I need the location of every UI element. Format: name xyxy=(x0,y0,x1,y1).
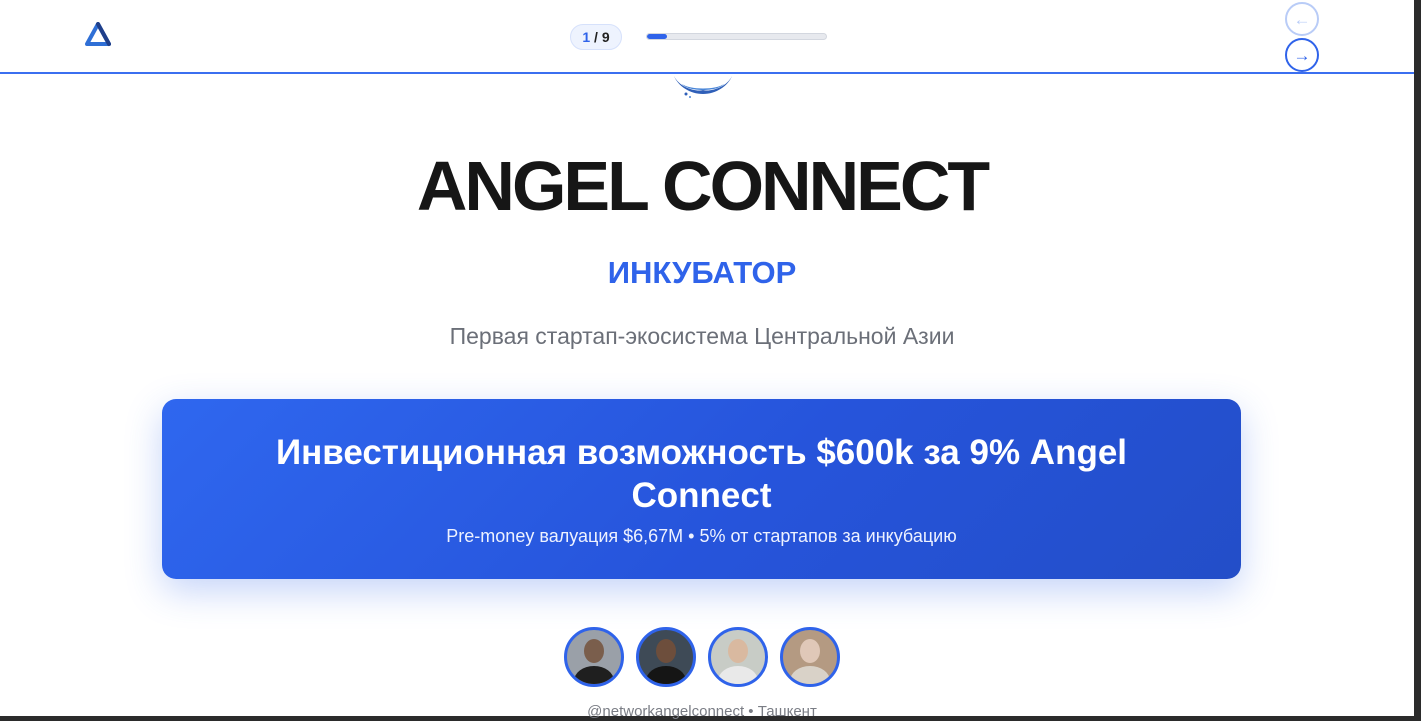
slide-counter-separator: / xyxy=(590,29,602,45)
avatar-head xyxy=(584,639,604,663)
avatar-head xyxy=(656,639,676,663)
page-subtitle: ИНКУБАТОР xyxy=(607,255,797,290)
avatar-head xyxy=(800,639,820,663)
slide-counter-current: 1 xyxy=(582,29,591,45)
avatar xyxy=(636,627,696,687)
investment-card-subtitle: Pre-money валуация $6,67M • 5% от старта… xyxy=(446,526,957,546)
avatar-body xyxy=(790,666,830,684)
investment-card-title: Инвестиционная возможность $600k за 9% A… xyxy=(275,433,1128,515)
avatar-body xyxy=(646,666,686,684)
page-tagline: Первая стартап-экосистема Центральной Аз… xyxy=(449,323,955,349)
triangle-logo-icon[interactable] xyxy=(85,22,111,48)
angel-wings-emblem-icon xyxy=(668,70,738,100)
avatar-head xyxy=(728,639,748,663)
avatar xyxy=(564,627,624,687)
slide-counter: 1 / 9 xyxy=(570,24,622,50)
slide-progress-fill xyxy=(647,34,667,39)
slide-counter-total: 9 xyxy=(601,29,610,45)
footer-handle: @networkangelconnect • Ташкент xyxy=(587,703,817,720)
top-bar: 1 / 9 ← → xyxy=(0,0,1414,74)
avatar-body xyxy=(574,666,614,684)
investment-card: Инвестиционная возможность $600k за 9% A… xyxy=(162,399,1241,579)
avatar-body xyxy=(718,666,758,684)
previous-slide-button[interactable]: ← xyxy=(1285,2,1319,36)
window-frame-right xyxy=(1414,0,1421,721)
next-slide-button[interactable]: → xyxy=(1285,38,1319,72)
avatar xyxy=(780,627,840,687)
slide-progress-bar xyxy=(646,33,827,40)
page-title: ANGEL CONNECT xyxy=(416,147,990,225)
avatar xyxy=(708,627,768,687)
